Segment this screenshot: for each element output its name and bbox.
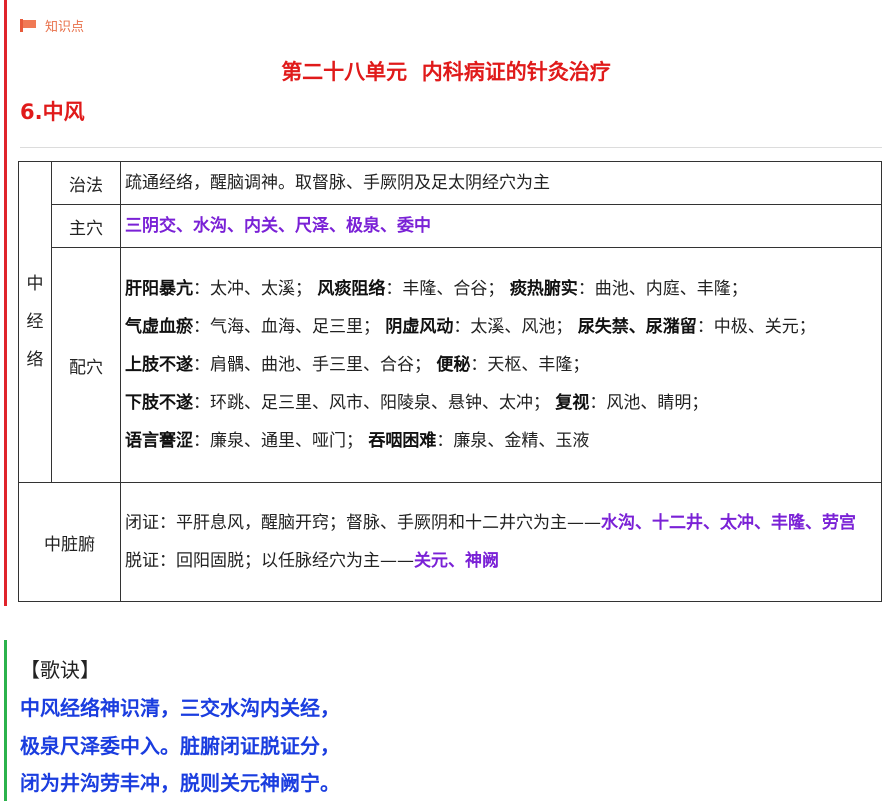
zangfu-label: 中脏腑 <box>18 482 121 602</box>
verse-line: 中风经络神识清，三交水沟内关经， <box>20 696 340 720</box>
section-accent-bar <box>4 0 7 606</box>
peixue-line: 肝阳暴亢：太冲、太溪； 风痰阻络：丰隆、合谷； 痰热腑实：曲池、内庭、丰隆； <box>125 279 748 299</box>
verse-line: 极泉尺泽委中入。脏腑闭证脱证分， <box>20 734 340 758</box>
verse-section: 【歌诀】 中风经络神识清，三交水沟内关经， 极泉尺泽委中入。脏腑闭证脱证分， 闭… <box>0 640 892 801</box>
table-row: 中 经 络 治法 疏通经络，醒脑调神。取督脉、手厥阴及足太阴经穴为主 <box>18 161 882 483</box>
verse-title: 【歌诀】 <box>20 658 100 682</box>
unit-title: 第二十八单元 内科病证的针灸治疗 <box>281 60 611 84</box>
table-row: 主穴 三阴交、水沟、内关、尺泽、极泉、委中 <box>19 204 882 248</box>
verse-line: 闭为井沟劳丰冲，脱则关元神阙宁。 <box>20 771 340 795</box>
bizheng-line: 闭证：平肝息风，醒脑开窍；督脉、手厥阴和十二井穴为主——水沟、十二井、太冲、丰隆… <box>125 513 856 533</box>
peixue-line: 语言謇涩：廉泉、通里、哑门； 吞咽困难：廉泉、金精、玉液 <box>125 431 590 451</box>
knowledge-tag-label: 知识点 <box>45 19 85 35</box>
peixue-label: 配穴 <box>51 247 121 483</box>
jingluo-label: 中 经 络 <box>26 274 44 370</box>
peixue-line: 下肢不遂：环跳、足三里、风市、阳陵泉、悬钟、太冲； 复视：风池、睛明； <box>125 393 709 413</box>
divider <box>20 147 882 148</box>
flag-icon <box>20 18 37 32</box>
treatment-table: 中 经 络 治法 疏通经络，醒脑调神。取督脉、手厥阴及足太阴经穴为主 主穴 三阴… <box>18 161 882 602</box>
table-row: 配穴 肝阳暴亢：太冲、太溪； 风痰阻络：丰隆、合谷； 痰热腑实：曲池、内庭、丰隆… <box>19 247 882 483</box>
knowledge-section: 知识点 第二十八单元 内科病证的针灸治疗 6.中风 中 经 络 治法 疏通经络，… <box>0 0 892 606</box>
jingluo-group-cell: 中 经 络 <box>18 161 52 483</box>
table-row: 中脏腑 闭证：平肝息风，醒脑开窍；督脉、手厥阴和十二井穴为主——水沟、十二井、太… <box>18 482 882 602</box>
zhifa-label: 治法 <box>51 161 121 205</box>
zhifa-text: 疏通经络，醒脑调神。取督脉、手厥阴及足太阴经穴为主 <box>120 161 882 205</box>
peixue-line: 上肢不遂：肩髃、曲池、手三里、合谷； 便秘：天枢、丰隆； <box>125 355 590 375</box>
verse-accent-bar <box>4 640 7 801</box>
peixue-content: 肝阳暴亢：太冲、太溪； 风痰阻络：丰隆、合谷； 痰热腑实：曲池、内庭、丰隆； 气… <box>120 247 882 483</box>
zhuxue-points: 三阴交、水沟、内关、尺泽、极泉、委中 <box>120 204 882 248</box>
knowledge-tag: 知识点 <box>20 15 84 35</box>
section-title: 6.中风 <box>20 100 85 124</box>
zangfu-content: 闭证：平肝息风，醒脑开窍；督脉、手厥阴和十二井穴为主——水沟、十二井、太冲、丰隆… <box>120 482 882 602</box>
peixue-line: 气虚血瘀：气海、血海、足三里； 阴虚风动：太溪、风池； 尿失禁、尿潴留：中极、关… <box>125 317 816 337</box>
zhuxue-label: 主穴 <box>51 204 121 248</box>
tuozheng-line: 脱证：回阳固脱；以任脉经穴为主——关元、神阙 <box>125 551 499 571</box>
